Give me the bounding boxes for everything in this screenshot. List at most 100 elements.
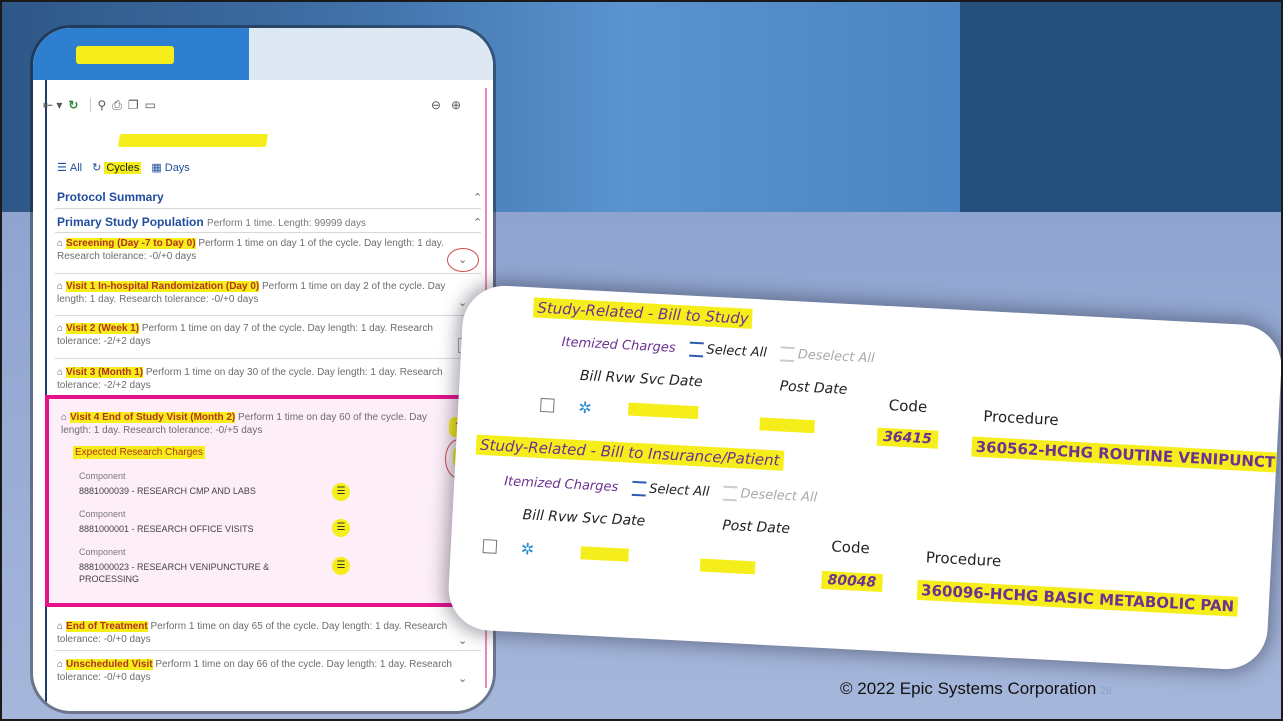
col-bill-rvw[interactable]: Bill Rvw xyxy=(522,507,583,526)
zoom-in-icon[interactable]: ⊕ xyxy=(451,98,461,112)
visit-row-unscheduled[interactable]: ⌂ Unscheduled Visit Perform 1 time on day… xyxy=(57,658,467,684)
table-header: Bill Rvw Svc Date Post Date xyxy=(580,368,900,401)
component-name: 8881000039 - RESEARCH CMP AND LABS xyxy=(79,486,256,496)
section-title-bill-to-study: Study-Related - Bill to Study xyxy=(532,297,754,329)
divider xyxy=(55,273,481,274)
review-star-icon[interactable]: ✲ xyxy=(520,539,534,559)
select-all-button[interactable]: Select All xyxy=(631,480,710,500)
toolbar: ⇤ ▾ ↻ ⚲ ⎙ ❐ ▭ ⊖ ⊕ xyxy=(43,94,467,116)
charges-panel-content: Study-Related - Bill to Study Itemized C… xyxy=(467,297,1283,654)
toolbar-separator xyxy=(90,98,92,112)
view-tabs: ☰ All ↻ Cycles ▦ Days xyxy=(57,161,190,174)
active-tab[interactable] xyxy=(33,28,249,80)
select-all-label: Select All xyxy=(648,481,710,500)
tab-bar xyxy=(33,28,493,80)
charges-panel-wrapper: Study-Related - Bill to Study Itemized C… xyxy=(446,283,1283,672)
visit-name: Visit 1 In-hospital Randomization (Day 0… xyxy=(66,281,260,292)
deselect-all-icon xyxy=(780,346,796,363)
visit-row-visit3[interactable]: ⌂ Visit 3 (Month 1) Perform 1 time on day… xyxy=(57,366,467,392)
col-svc-date[interactable]: Svc Date xyxy=(639,371,780,394)
copyright-text: © 2022 Epic Systems Corporation xyxy=(840,679,1097,698)
visit-name: Unscheduled Visit xyxy=(66,659,153,670)
charge-icon[interactable]: ☰ xyxy=(332,557,350,575)
minimize-icon[interactable]: ▭ xyxy=(145,98,156,112)
component-name: 8881000001 - RESEARCH OFFICE VISITS xyxy=(79,524,254,534)
component-label: Component xyxy=(79,471,126,481)
view-days-tab[interactable]: ▦ Days xyxy=(151,161,189,175)
binoculars-icon[interactable]: ⚲ xyxy=(97,98,106,112)
select-all-button[interactable]: Select All xyxy=(689,341,767,361)
expand-icon[interactable]: ⌄ xyxy=(458,672,467,685)
deselect-all-label: Deselect All xyxy=(797,347,875,367)
col-code[interactable]: Code xyxy=(831,537,870,557)
visit-row-screening[interactable]: ⌂ Screening (Day -7 to Day 0) Perform 1 t… xyxy=(57,237,467,263)
refresh-icon[interactable]: ↻ xyxy=(68,98,78,112)
home-icon: ⌂ xyxy=(57,238,64,249)
back-icon[interactable]: ⇤ ▾ xyxy=(43,98,62,112)
itemized-charges-label: Itemized Charges xyxy=(561,334,676,356)
redacted-title xyxy=(117,134,269,147)
visit-row-visit2[interactable]: ⌂ Visit 2 (Week 1) Perform 1 time on day … xyxy=(57,322,467,348)
home-icon: ⌂ xyxy=(57,367,64,378)
visit4-highlight-box: ⌂ Visit 4 End of Study Visit (Month 2) Pe… xyxy=(45,395,475,607)
visit-name: End of Treatment xyxy=(66,621,148,632)
row-checkbox[interactable] xyxy=(482,539,498,554)
visit-name: Screening (Day -7 to Day 0) xyxy=(66,238,196,249)
population-detail: Perform 1 time. Length: 99999 days xyxy=(207,218,367,229)
visit-row-end-of-treatment[interactable]: ⌂ End of Treatment Perform 1 time on day … xyxy=(57,620,467,646)
col-svc-date[interactable]: Svc Date xyxy=(582,510,723,533)
divider xyxy=(55,232,481,233)
divider xyxy=(55,208,481,209)
itemized-charges-label: Itemized Charges xyxy=(503,474,619,496)
tab-bar-fill xyxy=(249,28,493,80)
home-icon: ⌂ xyxy=(61,412,68,423)
view-all-tab[interactable]: ☰ All xyxy=(57,161,83,175)
col-procedure[interactable]: Procedure xyxy=(925,548,1001,570)
copy-icon[interactable]: ❐ xyxy=(128,98,139,112)
svc-date-redacted xyxy=(580,546,629,562)
review-star-icon[interactable]: ✲ xyxy=(578,398,592,418)
copyright-footer: © 2022 Epic Systems Corporation 28 xyxy=(840,679,1111,699)
population-title: Primary Study Population Perform 1 time.… xyxy=(57,215,366,229)
visit-row-visit4[interactable]: ⌂ Visit 4 End of Study Visit (Month 2) Pe… xyxy=(61,411,446,437)
divider xyxy=(55,315,481,316)
code-cell: 36415 xyxy=(876,427,939,449)
table-header: Bill Rvw Svc Date Post Date xyxy=(522,507,842,540)
view-all-label: All xyxy=(69,161,83,174)
procedure-cell: 360096-HCHG BASIC METABOLIC PAN xyxy=(916,579,1239,617)
deselect-all-button[interactable]: Deselect All xyxy=(780,346,875,366)
collapse-icon[interactable]: ⌃ xyxy=(473,216,482,229)
view-cycles-tab[interactable]: ↻ Cycles xyxy=(92,161,142,174)
section-title-bill-to-insurance: Study-Related - Bill to Insurance/Patien… xyxy=(475,434,785,471)
list-icon: ☰ xyxy=(57,162,67,174)
calendar-icon: ▦ xyxy=(151,162,162,174)
section-toolbar: Itemized Charges Select All Deselect All xyxy=(561,335,875,366)
component-name: 8881000023 - RESEARCH VENIPUNCTURE & PRO… xyxy=(79,562,270,584)
charge-icon[interactable]: ☰ xyxy=(332,483,350,501)
zoom-out-icon[interactable]: ⊖ xyxy=(431,98,441,112)
deselect-all-icon xyxy=(723,485,738,502)
protocol-summary-title: Protocol Summary xyxy=(57,190,164,204)
col-procedure[interactable]: Procedure xyxy=(983,407,1059,429)
svc-date-redacted xyxy=(627,402,699,420)
col-code[interactable]: Code xyxy=(888,396,927,416)
deselect-all-label: Deselect All xyxy=(739,486,818,506)
collapse-icon[interactable]: ⌃ xyxy=(473,191,482,204)
deselect-all-button[interactable]: Deselect All xyxy=(723,485,818,506)
col-post-date[interactable]: Post Date xyxy=(779,378,900,400)
select-all-icon xyxy=(689,341,704,358)
row-checkbox[interactable] xyxy=(539,397,555,413)
charge-icon[interactable]: ☰ xyxy=(332,519,350,537)
protocol-panel: ⇤ ▾ ↻ ⚲ ⎙ ❐ ▭ ⊖ ⊕ ☰ All ↻ Cycles ▦ Days Pro… xyxy=(33,28,493,711)
home-icon: ⌂ xyxy=(57,621,64,632)
print-icon[interactable]: ⎙ xyxy=(112,98,122,113)
code-cell: 80048 xyxy=(821,570,883,593)
col-post-date[interactable]: Post Date xyxy=(722,518,843,540)
procedure-cell: 360562-HCHG ROUTINE VENIPUNCTUR xyxy=(971,436,1283,474)
cycle-icon: ↻ xyxy=(92,162,102,174)
visit-row-visit1[interactable]: ⌂ Visit 1 In-hospital Randomization (Day … xyxy=(57,280,467,306)
home-icon: ⌂ xyxy=(57,323,64,334)
post-date-redacted xyxy=(699,558,756,575)
visit-name: Visit 2 (Week 1) xyxy=(66,323,140,334)
col-bill-rvw[interactable]: Bill Rvw xyxy=(580,368,641,387)
